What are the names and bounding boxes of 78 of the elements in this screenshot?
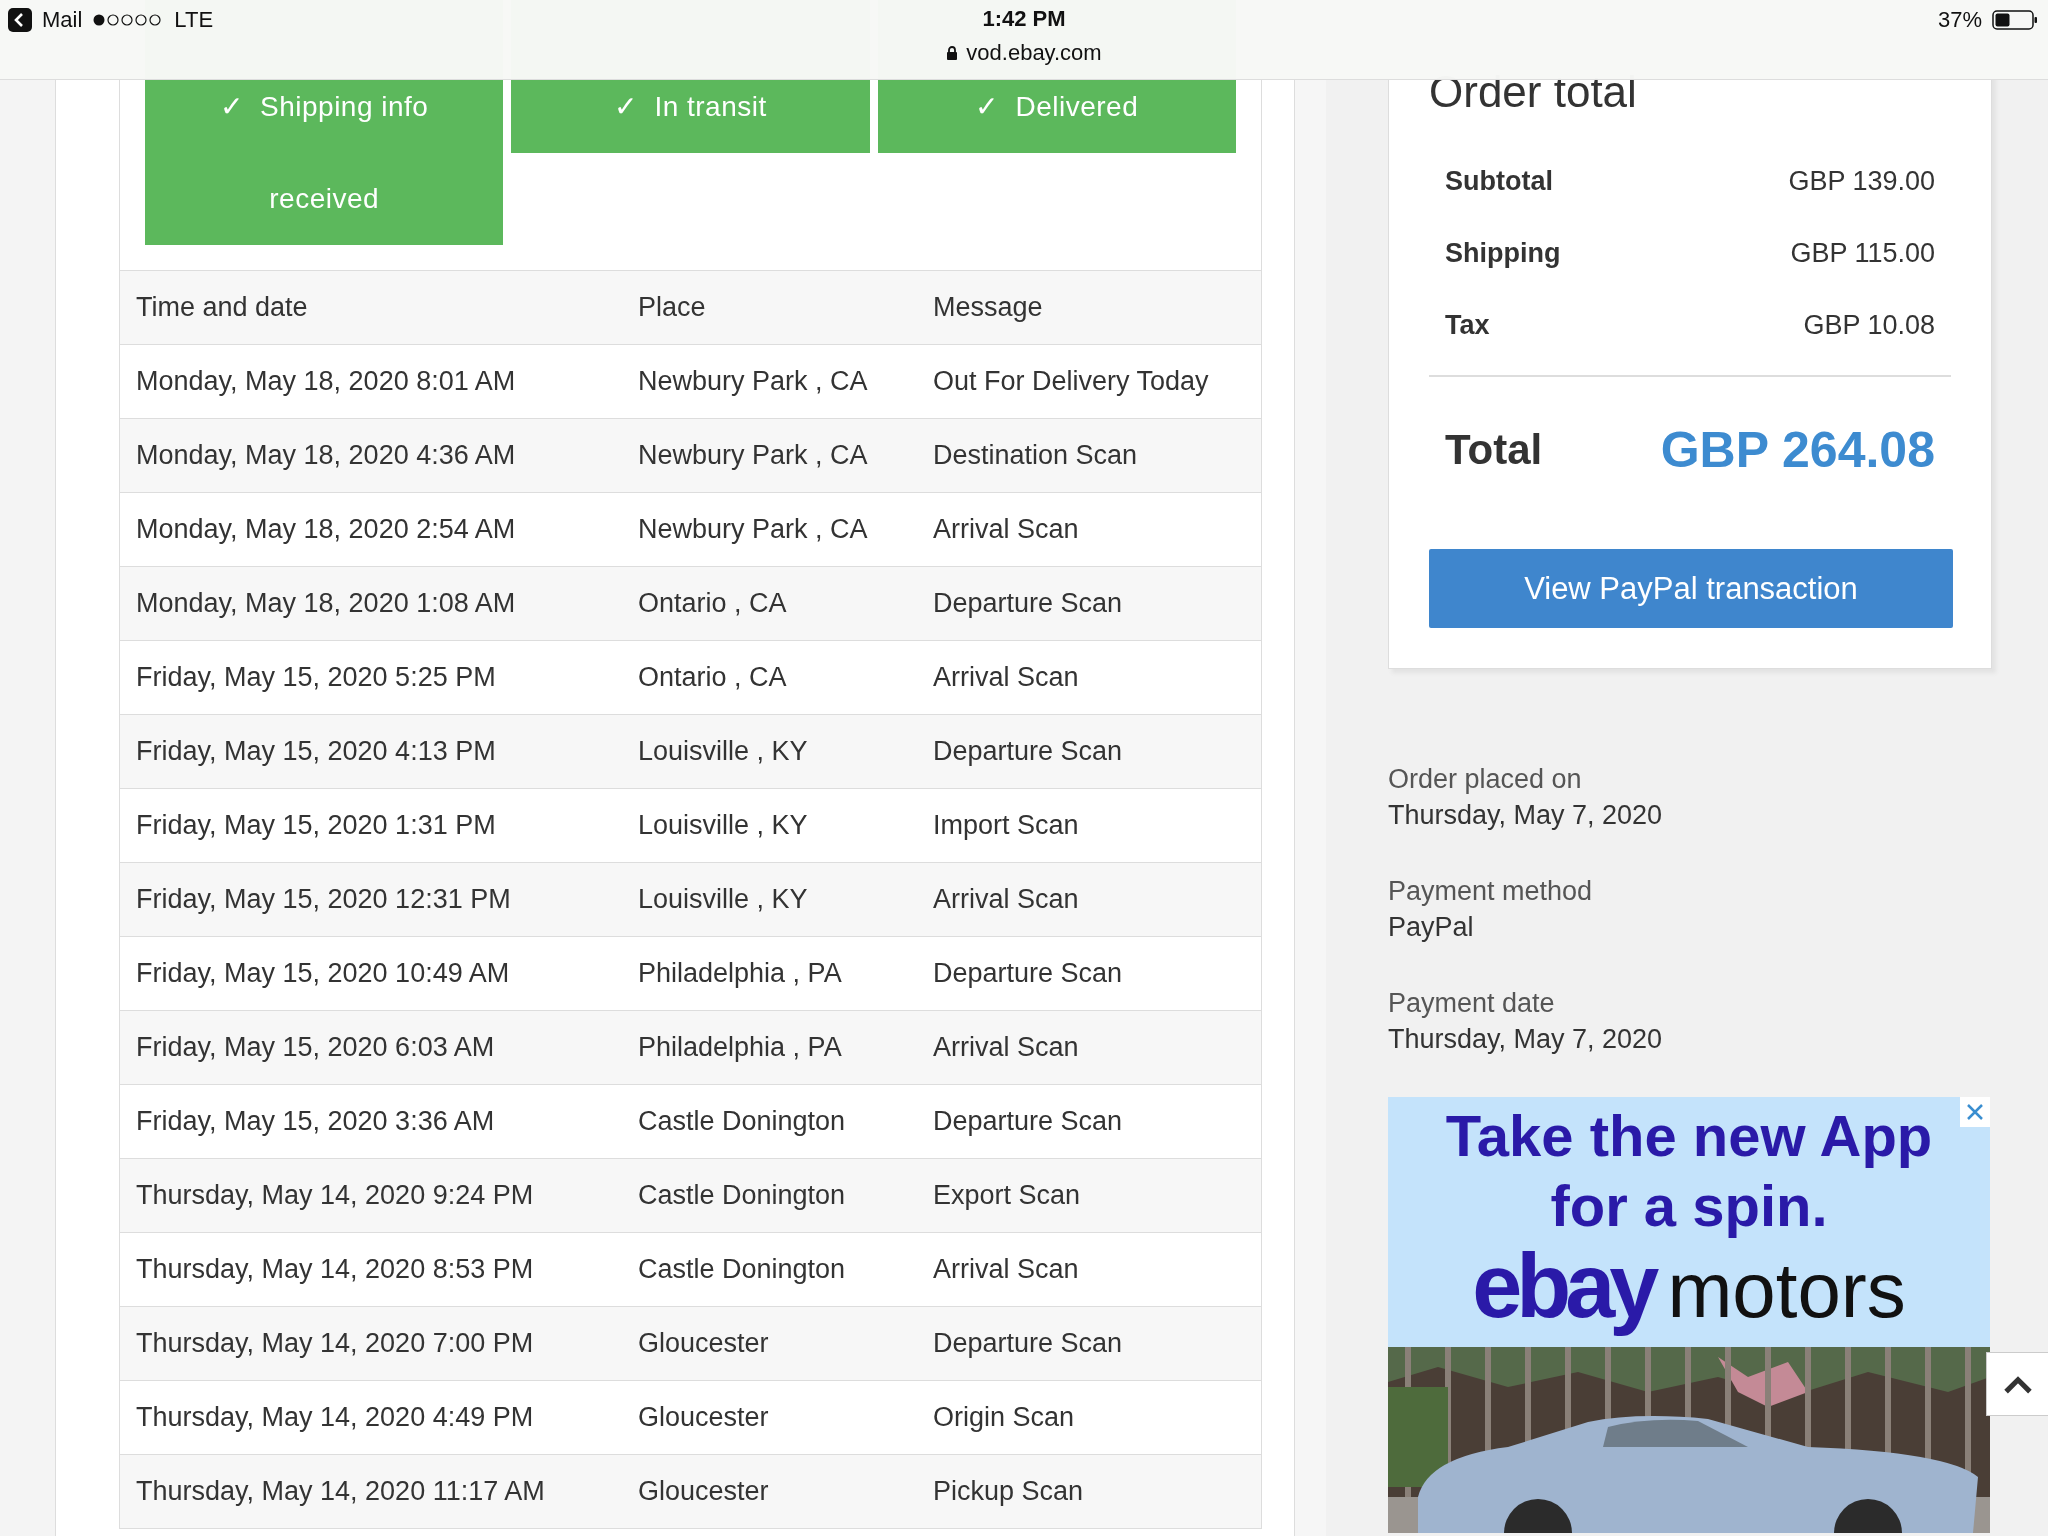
table-cell-text: Arrival Scan	[933, 884, 1080, 915]
url-text[interactable]: vod.ebay.com	[966, 40, 1102, 66]
info-label: Payment method	[1388, 875, 1594, 908]
table-cell-text: Friday, May 15, 2020 5:25 PM	[135, 662, 497, 693]
table-cell-text: Thursday, May 14, 2020 8:53 PM	[135, 1254, 535, 1285]
total-value: GBP 264.08	[1660, 421, 1935, 479]
table-cell-text: Gloucester	[638, 1476, 770, 1507]
clock: 1:42 PM	[982, 6, 1066, 32]
table-cell-text: Gloucester	[638, 1402, 770, 1433]
table-cell-text: Louisville , KY	[638, 810, 809, 841]
table-cell-text: Arrival Scan	[933, 1032, 1080, 1063]
table-cell-text: Export Scan	[933, 1180, 1082, 1211]
battery-icon	[1992, 10, 2038, 30]
table-cell-text: Destination Scan	[933, 440, 1139, 471]
table-cell-text: Thursday, May 14, 2020 9:24 PM	[135, 1180, 535, 1211]
table-cell-text: Newbury Park , CA	[638, 366, 869, 397]
table-cell-text: Louisville , KY	[638, 736, 809, 767]
table-cell-text: Departure Scan	[933, 1328, 1124, 1359]
info-value: Thursday, May 7, 2020	[1388, 1023, 1664, 1056]
info-value: PayPal	[1388, 911, 1475, 944]
table-cell-text: Arrival Scan	[933, 514, 1080, 545]
table-cell-text: Monday, May 18, 2020 2:54 AM	[135, 514, 517, 545]
table-cell-text: Departure Scan	[933, 958, 1124, 989]
table-cell-text: Castle Donington	[638, 1180, 847, 1211]
table-cell-text: Thursday, May 14, 2020 4:49 PM	[135, 1402, 535, 1433]
brand-suffix: motors	[1667, 1246, 1906, 1334]
column-header: Place	[638, 292, 707, 323]
table-cell-text: Departure Scan	[933, 736, 1124, 767]
table-cell-text: Friday, May 15, 2020 10:49 AM	[135, 958, 511, 989]
table-cell-text: Monday, May 18, 2020 1:08 AM	[135, 588, 517, 619]
scroll-top-button[interactable]	[1986, 1352, 2048, 1416]
line-value: GBP 139.00	[1788, 165, 1935, 197]
line-value: GBP 10.08	[1803, 309, 1935, 341]
total-label: Total	[1445, 426, 1543, 474]
network-type: LTE	[174, 7, 214, 33]
table-cell-text: Friday, May 15, 2020 3:36 AM	[135, 1106, 496, 1137]
close-icon[interactable]	[1960, 1097, 1990, 1127]
table-cell-text: Friday, May 15, 2020 1:31 PM	[135, 810, 497, 841]
table-cell-text: Thursday, May 14, 2020 11:17 AM	[135, 1476, 546, 1507]
info-label: Payment date	[1388, 987, 1556, 1020]
table-cell-text: Friday, May 15, 2020 12:31 PM	[135, 884, 512, 915]
table-cell-text: Departure Scan	[933, 588, 1124, 619]
table-cell-text: Castle Donington	[638, 1106, 847, 1137]
back-icon[interactable]	[8, 8, 32, 32]
column-header: Time and date	[135, 292, 309, 323]
table-cell-text: Out For Delivery Today	[933, 366, 1210, 397]
table-cell-text: Ontario , CA	[638, 588, 788, 619]
line-label: Tax	[1445, 309, 1490, 341]
table-cell-text: Louisville , KY	[638, 884, 809, 915]
table-cell-text: Philadelphia , PA	[638, 1032, 843, 1063]
table-cell-text: Philadelphia , PA	[638, 958, 843, 989]
info-label: Order placed on	[1388, 763, 1583, 796]
battery-percent: 37%	[1937, 7, 1982, 33]
table-cell-text: Friday, May 15, 2020 6:03 AM	[135, 1032, 496, 1063]
lock-icon	[946, 45, 959, 61]
table-cell-text: Departure Scan	[933, 1106, 1124, 1137]
column-header: Message	[933, 292, 1044, 323]
info-value: Thursday, May 7, 2020	[1388, 799, 1664, 832]
table-cell-text: Newbury Park , CA	[638, 514, 869, 545]
back-app-label[interactable]: Mail	[42, 7, 83, 33]
table-cell-text: Arrival Scan	[933, 1254, 1080, 1285]
table-cell-text: Monday, May 18, 2020 4:36 AM	[135, 440, 517, 471]
table-cell-text: Gloucester	[638, 1328, 770, 1359]
table-cell-text: Import Scan	[933, 810, 1080, 841]
table-cell-text: Pickup Scan	[933, 1476, 1085, 1507]
ad-headline: Take the new App	[1444, 1102, 1934, 1170]
table-cell-text: Castle Donington	[638, 1254, 847, 1285]
table-cell-text: Monday, May 18, 2020 8:01 AM	[135, 366, 517, 397]
table-cell-text: Newbury Park , CA	[638, 440, 869, 471]
table-cell-text: Arrival Scan	[933, 662, 1080, 693]
table-cell-text: Origin Scan	[933, 1402, 1076, 1433]
table-cell-text: Thursday, May 14, 2020 7:00 PM	[135, 1328, 535, 1359]
table-cell-text: Ontario , CA	[638, 662, 788, 693]
table-cell-text: Friday, May 15, 2020 4:13 PM	[135, 736, 497, 767]
line-label: Shipping	[1445, 237, 1561, 269]
line-value: GBP 115.00	[1790, 237, 1935, 269]
view-paypal-button[interactable]: View PayPal transaction	[1429, 549, 1953, 628]
line-label: Subtotal	[1445, 165, 1553, 197]
